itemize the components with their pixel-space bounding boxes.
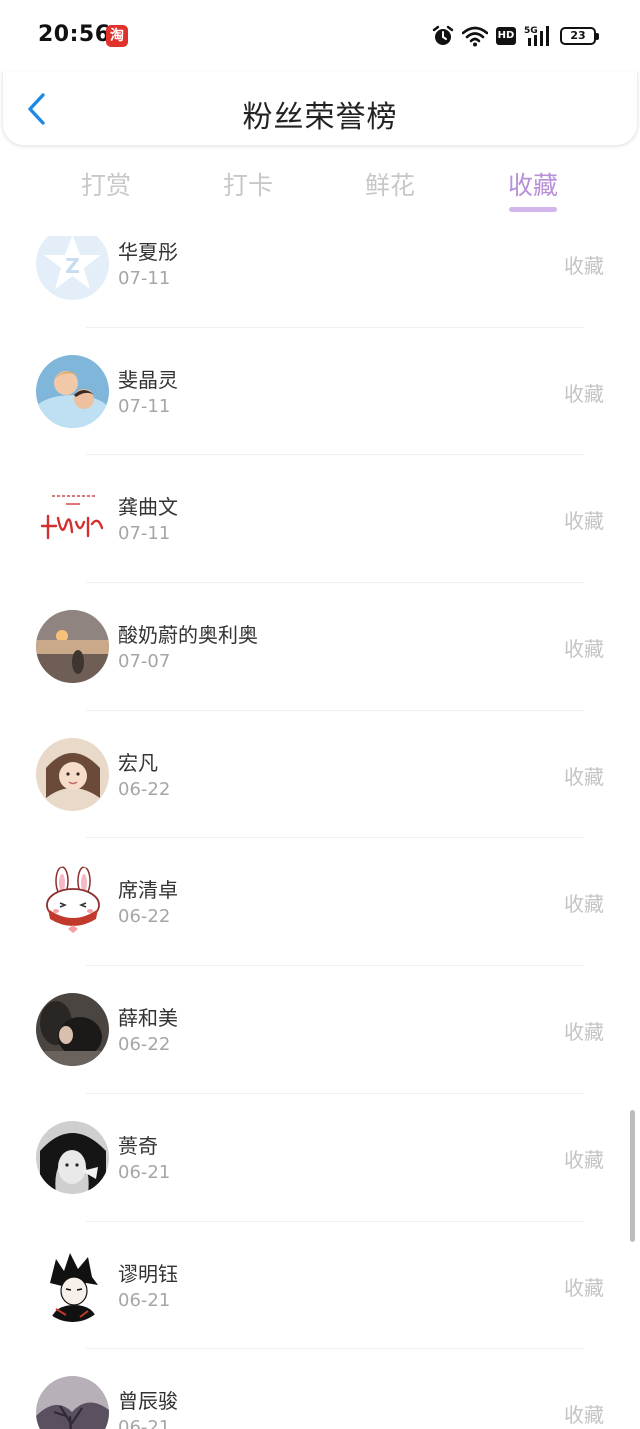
action-label: 收藏	[564, 254, 604, 278]
action-label: 收藏	[564, 1020, 604, 1045]
fan-date: 06-22	[118, 778, 171, 800]
tab-flowers[interactable]: 鲜花	[330, 166, 450, 202]
fan-date: 07-07	[118, 651, 171, 673]
avatar	[36, 1120, 109, 1194]
list-item[interactable]: 宏凡 06-22 收藏	[0, 711, 640, 839]
list-item[interactable]: 斐晶灵 07-11 收藏	[0, 328, 640, 456]
scrollbar[interactable]	[630, 1110, 635, 1242]
action-label: 收藏	[564, 892, 604, 917]
fan-date: 06-21	[118, 1289, 171, 1311]
avatar	[36, 354, 109, 428]
status-bar: 20:56 淘 HD 5G 23	[0, 0, 640, 72]
avatar	[36, 993, 109, 1067]
action-label: 收藏	[564, 764, 604, 789]
alarm-icon	[432, 25, 454, 45]
taobao-notification-icon: 淘	[106, 25, 128, 47]
active-tab-indicator	[509, 207, 557, 212]
list-item[interactable]: 谬明钰 06-21 收藏	[0, 1222, 640, 1350]
action-label: 收藏	[564, 1275, 604, 1300]
svg-text:5G: 5G	[524, 26, 538, 36]
fan-name: 斐晶灵	[118, 367, 178, 392]
fan-name: 酸奶蔚的奥利奥	[118, 623, 258, 648]
list-item[interactable]: Z 华夏彤 07-11 收藏	[0, 236, 640, 328]
list-item[interactable]: 酸奶蔚的奥利奥 07-07 收藏	[0, 583, 640, 711]
list-item[interactable]: 席清卓 06-22 收藏	[0, 838, 640, 967]
svg-text:Z: Z	[65, 254, 80, 278]
navigation-header: 粉丝荣誉榜	[2, 72, 638, 146]
fan-date: 07-11	[118, 395, 171, 417]
list-item[interactable]: 蒉奇 06-21 收藏	[0, 1094, 640, 1222]
action-label: 收藏	[564, 1147, 604, 1172]
tab-checkin[interactable]: 打卡	[188, 166, 308, 202]
status-time: 20:56	[38, 22, 111, 47]
action-label: 收藏	[564, 381, 604, 406]
fan-date: 06-21	[118, 1161, 171, 1183]
fan-date: 07-11	[118, 268, 171, 289]
fan-date: 06-21	[118, 1417, 171, 1429]
list-item[interactable]: 龚曲文 07-11 收藏	[0, 455, 640, 584]
fan-name: 蒉奇	[118, 1133, 158, 1158]
avatar	[36, 1376, 109, 1429]
list-item[interactable]: 薛和美 06-22 收藏	[0, 966, 640, 1094]
avatar	[36, 865, 109, 939]
action-label: 收藏	[564, 637, 604, 662]
fan-date: 06-22	[118, 1034, 171, 1056]
fan-name: 曾辰骏	[118, 1389, 178, 1414]
action-label: 收藏	[564, 509, 604, 534]
battery-icon: 23	[560, 27, 599, 45]
tab-favorites[interactable]: 收藏	[473, 166, 593, 202]
avatar	[36, 737, 109, 811]
fan-date: 06-22	[118, 906, 171, 928]
tab-reward[interactable]: 打赏	[46, 166, 166, 202]
status-icons: HD 5G 23	[432, 22, 599, 50]
list-item[interactable]: 曾辰骏 06-21 收藏	[0, 1349, 640, 1429]
fan-list[interactable]: Z 华夏彤 07-11 收藏 斐晶灵 07-11 收藏 龚曲文 07-11 收藏…	[0, 236, 640, 1429]
fan-name: 薛和美	[118, 1006, 178, 1031]
tab-bar: 打赏 打卡 鲜花 收藏	[0, 156, 640, 226]
avatar: Z	[36, 236, 109, 300]
avatar	[36, 1248, 109, 1322]
fan-date: 07-11	[118, 523, 171, 545]
avatar	[36, 610, 109, 684]
fan-name: 谬明钰	[118, 1261, 178, 1286]
signal-5g-icon: 5G	[524, 26, 549, 46]
page-title: 粉丝荣誉榜	[242, 100, 398, 135]
avatar	[36, 482, 109, 556]
fan-name: 宏凡	[118, 750, 158, 775]
fan-name: 龚曲文	[118, 495, 178, 520]
action-label: 收藏	[564, 1403, 604, 1428]
fan-name: 席清卓	[118, 878, 178, 903]
wifi-icon	[462, 26, 488, 47]
hd-icon: HD	[496, 27, 516, 45]
fan-name: 华夏彤	[118, 240, 178, 264]
